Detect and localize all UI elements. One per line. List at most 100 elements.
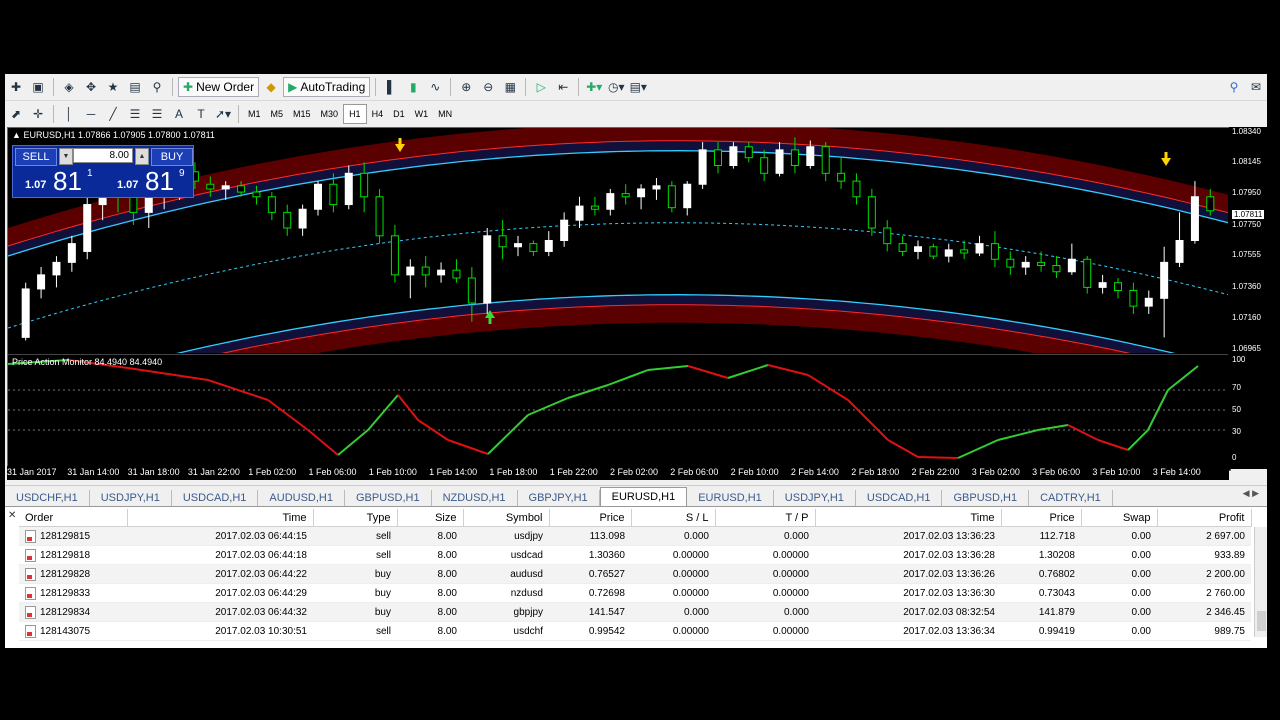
- vertical-line-icon[interactable]: │: [59, 104, 79, 124]
- table-row[interactable]: 128129828 2017.02.03 06:44:22 buy 8.00 audus…: [19, 564, 1251, 584]
- cell-swap: 0.00: [1081, 545, 1157, 565]
- lot-size-input[interactable]: [73, 148, 133, 163]
- trendline-icon[interactable]: ╱: [103, 104, 123, 124]
- vertical-scrollbar[interactable]: [1254, 527, 1267, 637]
- data-window-icon[interactable]: ✥: [81, 77, 101, 97]
- search-icon[interactable]: ⚲: [1224, 77, 1244, 97]
- chat-icon[interactable]: ✉: [1246, 77, 1266, 97]
- timeframe-mn[interactable]: MN: [433, 105, 457, 123]
- tab-gbpusd[interactable]: GBPUSD,H1: [345, 490, 432, 506]
- tab-scroll-arrows-icon[interactable]: ◀ ▶: [1243, 488, 1259, 499]
- new-order-label: New Order: [196, 80, 255, 94]
- tester-icon[interactable]: ⚲: [147, 77, 167, 97]
- tab-audusd[interactable]: AUDUSD,H1: [258, 490, 345, 506]
- fibonacci-icon[interactable]: ☰: [147, 104, 167, 124]
- scrollbar-thumb[interactable]: [1257, 611, 1266, 631]
- candle-body: [314, 183, 322, 210]
- terminal-icon[interactable]: ▤: [125, 77, 145, 97]
- tab-usdcad-2[interactable]: USDCAD,H1: [856, 490, 943, 506]
- autotrading-button[interactable]: ▶ AutoTrading: [283, 77, 371, 97]
- cursor-icon[interactable]: ⬈: [6, 104, 26, 124]
- timeframe-m5[interactable]: M5: [266, 105, 289, 123]
- meta-editor-icon[interactable]: ◆: [261, 77, 281, 97]
- indicators-icon[interactable]: ✚▾: [584, 77, 604, 97]
- column-header-size[interactable]: Size: [397, 509, 464, 527]
- osc-segment: [1097, 439, 1129, 451]
- cell-price: 1.30360: [549, 545, 631, 565]
- sell-button[interactable]: SELL: [15, 148, 57, 166]
- cell-close-time: 2017.02.03 08:32:54: [815, 602, 1001, 622]
- timeframe-h1[interactable]: H1: [343, 104, 367, 124]
- arrows-icon[interactable]: ➚▾: [213, 104, 233, 124]
- channel-icon[interactable]: ☰: [125, 104, 145, 124]
- osc-segment: [767, 364, 809, 376]
- zoom-out-icon[interactable]: ⊖: [478, 77, 498, 97]
- tab-usdcad[interactable]: USDCAD,H1: [172, 490, 259, 506]
- auto-scroll-icon[interactable]: ▷: [531, 77, 551, 97]
- market-watch-icon[interactable]: ◈: [59, 77, 79, 97]
- tab-eurusd-active[interactable]: EURUSD,H1: [599, 487, 688, 506]
- column-header-swap[interactable]: Swap: [1081, 509, 1158, 527]
- cell-swap: 0.00: [1081, 583, 1157, 603]
- time-label: 1 Feb 10:00: [368, 467, 417, 477]
- candle-body: [452, 269, 461, 279]
- cell-close-price: 0.99419: [1001, 621, 1081, 641]
- tab-usdjpy[interactable]: USDJPY,H1: [90, 490, 172, 506]
- column-header-close-price[interactable]: Price: [1001, 509, 1082, 527]
- table-row[interactable]: 128129834 2017.02.03 06:44:32 buy 8.00 gbpjp…: [19, 602, 1251, 622]
- column-header-tp[interactable]: T / P: [715, 509, 816, 527]
- table-row[interactable]: 128129815 2017.02.03 06:44:15 sell 8.00 usdj…: [19, 526, 1251, 546]
- chart-shift-icon[interactable]: ⇤: [553, 77, 573, 97]
- bar-chart-icon[interactable]: ▌: [381, 77, 401, 97]
- lot-increase-button[interactable]: ▲: [135, 148, 149, 165]
- column-header-time[interactable]: Time: [127, 509, 314, 527]
- table-row[interactable]: 128129833 2017.02.03 06:44:29 buy 8.00 nzdus…: [19, 583, 1251, 603]
- tile-windows-icon[interactable]: ▦: [500, 77, 520, 97]
- text-label-icon[interactable]: T: [191, 104, 211, 124]
- tab-cadtry[interactable]: CADTRY,H1: [1029, 490, 1113, 506]
- crosshair-icon[interactable]: ✛: [28, 104, 48, 124]
- column-header-close-time[interactable]: Time: [815, 509, 1002, 527]
- column-header-type[interactable]: Type: [313, 509, 398, 527]
- tab-gbpjpy[interactable]: GBPJPY,H1: [518, 490, 600, 506]
- navigator-icon[interactable]: ★: [103, 77, 123, 97]
- zoom-in-icon[interactable]: ⊕: [456, 77, 476, 97]
- price-label: 1.07950: [1232, 188, 1261, 197]
- horizontal-line-icon[interactable]: ─: [81, 104, 101, 124]
- line-chart-icon[interactable]: ∿: [425, 77, 445, 97]
- column-header-symbol[interactable]: Symbol: [463, 509, 550, 527]
- tab-usdjpy-2[interactable]: USDJPY,H1: [774, 490, 856, 506]
- candle-body: [252, 191, 261, 198]
- timeframe-h4[interactable]: H4: [367, 105, 389, 123]
- tab-gbpusd-2[interactable]: GBPUSD,H1: [942, 490, 1030, 506]
- profiles-icon[interactable]: ▣: [28, 77, 48, 97]
- candle: [1083, 256, 1092, 294]
- buy-button[interactable]: BUY: [151, 148, 193, 166]
- timeframe-m15[interactable]: M15: [288, 105, 316, 123]
- order-id: 128143075: [40, 625, 91, 637]
- chart-window[interactable]: ▲ EURUSD,H1 1.07866 1.07905 1.07800 1.07…: [7, 127, 1231, 471]
- text-icon[interactable]: A: [169, 104, 189, 124]
- tab-usdchf[interactable]: USDCHF,H1: [5, 490, 90, 506]
- column-header-order[interactable]: Order: [19, 509, 128, 527]
- timeframe-w1[interactable]: W1: [410, 105, 434, 123]
- periods-icon[interactable]: ◷▾: [606, 77, 626, 97]
- templates-icon[interactable]: ▤▾: [628, 77, 648, 97]
- column-header-sl[interactable]: S / L: [631, 509, 716, 527]
- table-row[interactable]: 128129818 2017.02.03 06:44:18 sell 8.00 usdc…: [19, 545, 1251, 565]
- tab-eurusd[interactable]: EURUSD,H1: [687, 490, 774, 506]
- tab-nzdusd[interactable]: NZDUSD,H1: [432, 490, 518, 506]
- oscillator-chart[interactable]: [8, 354, 1228, 466]
- timeframe-d1[interactable]: D1: [388, 105, 410, 123]
- new-order-button[interactable]: ✚ New Order: [178, 77, 260, 97]
- column-header-profit[interactable]: Profit: [1157, 509, 1252, 527]
- new-chart-icon[interactable]: ✚: [6, 77, 26, 97]
- candlestick-icon[interactable]: ▮: [403, 77, 423, 97]
- lot-decrease-button[interactable]: ▼: [59, 148, 73, 165]
- column-header-price[interactable]: Price: [549, 509, 632, 527]
- close-icon[interactable]: ✕: [8, 510, 16, 521]
- timeframe-m1[interactable]: M1: [243, 105, 266, 123]
- timeframe-m30[interactable]: M30: [316, 105, 344, 123]
- table-row[interactable]: 128143075 2017.02.03 10:30:51 sell 8.00 usdc…: [19, 621, 1251, 641]
- osc-segment: [447, 439, 489, 455]
